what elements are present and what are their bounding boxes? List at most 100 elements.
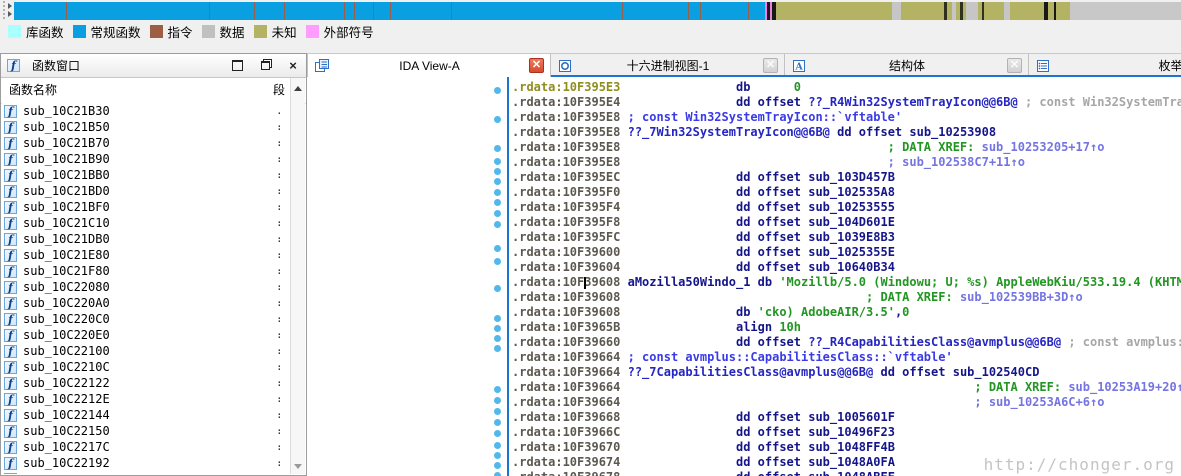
listing-line[interactable]: .rdata:10F39608 db 'cko) AdobeAIR/3.5',0 bbox=[512, 305, 1181, 320]
function-list-header[interactable]: 函数名称 段 bbox=[1, 78, 306, 104]
function-list-item[interactable]: fsub_10C21B70. . bbox=[2, 135, 291, 151]
listing-line[interactable]: .rdata:10F39604 dd offset sub_10640B34 bbox=[512, 260, 1181, 275]
listing-line[interactable]: .rdata:10F39608 ; DATA XREF: sub_102539B… bbox=[512, 290, 1181, 305]
listing-token-nam: sub_1005601F bbox=[808, 410, 895, 424]
navband-handle[interactable] bbox=[0, 0, 14, 20]
tab-close-button[interactable]: ✕ bbox=[763, 58, 778, 73]
listing-line[interactable]: .rdata:10F3966C dd offset sub_10496F23 bbox=[512, 425, 1181, 440]
listing-token-pfx: .rdata:10F395E8 bbox=[512, 125, 620, 139]
listing-line[interactable]: .rdata:10F39664 ; sub_10253A6C+6↑o bbox=[512, 395, 1181, 410]
listing-line[interactable]: .rdata:10F395E3 db 0 bbox=[512, 80, 1181, 95]
function-list-item[interactable]: fsub_10C22150. . bbox=[2, 423, 291, 439]
scroll-up-icon[interactable] bbox=[294, 86, 302, 91]
function-name: sub_10C220E0 bbox=[23, 328, 110, 342]
listing-line[interactable]: .rdata:10F39664 ; DATA XREF: sub_10253A1… bbox=[512, 380, 1181, 395]
listing-line[interactable]: .rdata:10F395E8 ; DATA XREF: sub_1025320… bbox=[512, 140, 1181, 155]
listing-token-pfx: .rdata:10F395FC bbox=[512, 230, 620, 244]
listing-token-pfx: .rdata:10F39670 bbox=[512, 440, 620, 454]
listing-line[interactable]: .rdata:10F39660 dd offset ??_R4Capabilit… bbox=[512, 335, 1181, 350]
function-list-item[interactable]: fsub_10C2212E. . bbox=[2, 391, 291, 407]
listing-token-pfx: .rdata:10F39660 bbox=[512, 335, 620, 349]
tab-close-button[interactable]: ✕ bbox=[1007, 58, 1022, 73]
listing-line[interactable]: .rdata:10F39600 dd offset sub_1025355E bbox=[512, 245, 1181, 260]
listing-line[interactable]: .rdata:10F395E8 ; const Win32SystemTrayI… bbox=[512, 110, 1181, 125]
listing-line[interactable]: .rdata:10F3965B align 10h bbox=[512, 320, 1181, 335]
listing-token-kw: dd offset bbox=[873, 365, 952, 379]
listing-line[interactable]: .rdata:10F395E4 dd offset ??_R4Win32Syst… bbox=[512, 95, 1181, 110]
tab-十六进制视图-1[interactable]: 十六进制视图-1✕ bbox=[551, 53, 785, 77]
listing-token-kw: dd offset bbox=[620, 455, 808, 469]
listing-line[interactable]: .rdata:10F395FC dd offset sub_1039E8B3 bbox=[512, 230, 1181, 245]
function-list-item[interactable]: fsub_10C21C10. . bbox=[2, 215, 291, 231]
functions-window: f 函数窗口 × 函数名称 段 fsub_10C21B30. .fsub_10C… bbox=[0, 53, 307, 476]
listing-token-pfx: .rdata:10F395F8 bbox=[512, 215, 620, 229]
function-list-scrollbar[interactable] bbox=[290, 78, 305, 474]
restore-button[interactable] bbox=[258, 60, 272, 72]
function-name: sub_10C22122 bbox=[23, 376, 110, 390]
listing-line[interactable]: .rdata:10F39668 dd offset sub_1005601F bbox=[512, 410, 1181, 425]
listing-token-nam: sub_1048ABEE bbox=[808, 470, 895, 476]
disassembly-listing[interactable]: .rdata:10F395E3 db 0.rdata:10F395E4 dd o… bbox=[509, 77, 1181, 476]
function-f-icon: f bbox=[4, 345, 17, 358]
listing-token-pfx: .rdata:10F39664 bbox=[512, 380, 620, 394]
function-name: sub_10C21B30 bbox=[23, 104, 110, 118]
scroll-down-icon[interactable] bbox=[294, 464, 302, 469]
function-list-item[interactable]: fsub_10C21E80. . bbox=[2, 247, 291, 263]
function-list-item[interactable]: fsub_10C22192. . bbox=[2, 455, 291, 471]
function-list-item[interactable]: fsub_10C22100. . bbox=[2, 343, 291, 359]
function-list-item[interactable]: fsub_10C21B30. . bbox=[2, 103, 291, 119]
listing-token-nam: sub_102535A8 bbox=[808, 185, 895, 199]
listing-line[interactable]: .rdata:10F395EC dd offset sub_103D457B bbox=[512, 170, 1181, 185]
functions-window-titlebar[interactable]: f 函数窗口 × bbox=[1, 54, 306, 78]
function-list-item[interactable]: fsub_10C21F80. . bbox=[2, 263, 291, 279]
tab-结构体[interactable]: A结构体✕ bbox=[785, 53, 1029, 77]
function-list-item[interactable]: fsub_10C21B50. . bbox=[2, 119, 291, 135]
function-name: sub_10C21B90 bbox=[23, 152, 110, 166]
close-button[interactable]: × bbox=[286, 60, 300, 72]
tab-枚举[interactable]: 枚举 bbox=[1029, 53, 1181, 77]
listing-line[interactable]: .rdata:10F39670 dd offset sub_1048FF4B bbox=[512, 440, 1181, 455]
function-list-item[interactable]: fsub_10C22144. . bbox=[2, 407, 291, 423]
maximize-button[interactable] bbox=[230, 60, 244, 72]
navigation-band[interactable] bbox=[14, 2, 1181, 20]
function-list-item[interactable]: fsub_10C2210C. . bbox=[2, 359, 291, 375]
navband-scroll-up-icon[interactable] bbox=[8, 3, 12, 9]
column-header-name[interactable]: 函数名称 bbox=[9, 78, 57, 103]
function-list-item[interactable]: fsub_10C21DB0. . bbox=[2, 231, 291, 247]
function-list-item[interactable]: fsub_10C220C0. . bbox=[2, 311, 291, 327]
listing-line[interactable]: .rdata:10F395E8 ; sub_102538C7+11↑o bbox=[512, 155, 1181, 170]
listing-token-num: 10h bbox=[779, 320, 801, 334]
function-list-item[interactable]: fsub_10C21BF0. . bbox=[2, 199, 291, 215]
function-list-item[interactable]: fsub_10C22080. . bbox=[2, 279, 291, 295]
function-f-icon: f bbox=[4, 473, 17, 475]
function-name: sub_10C21E80 bbox=[23, 248, 110, 262]
line-mark-dot bbox=[494, 345, 501, 352]
listing-line[interactable]: .rdata:10F395E8 ??_7Win32SystemTrayIcon@… bbox=[512, 125, 1181, 140]
listing-token-grn: ; DATA XREF: bbox=[620, 380, 1068, 394]
function-list-item[interactable]: f bbox=[2, 471, 291, 474]
navband-scroll-down-icon[interactable] bbox=[8, 11, 12, 17]
function-list-item[interactable]: fsub_10C21BD0. . bbox=[2, 183, 291, 199]
listing-line[interactable]: .rdata:10F39664 ??_7CapabilitiesClass@av… bbox=[512, 365, 1181, 380]
line-mark-dot bbox=[494, 419, 501, 426]
legend-swatch bbox=[8, 25, 21, 38]
listing-line[interactable]: .rdata:10F395F0 dd offset sub_102535A8 bbox=[512, 185, 1181, 200]
function-list-item[interactable]: fsub_10C2217C. . bbox=[2, 439, 291, 455]
function-list-item[interactable]: fsub_10C220E0. . bbox=[2, 327, 291, 343]
function-f-icon: f bbox=[4, 281, 17, 294]
listing-token-pub: ??_7Win32SystemTrayIcon@@6B@ bbox=[620, 125, 830, 139]
function-f-icon: f bbox=[4, 441, 17, 454]
function-f-icon: f bbox=[4, 313, 17, 326]
function-list-item[interactable]: fsub_10C21BB0. . bbox=[2, 167, 291, 183]
listing-line[interactable]: .rdata:10F39664 ; const avmplus::Capabil… bbox=[512, 350, 1181, 365]
function-list-item[interactable]: fsub_10C22122. . bbox=[2, 375, 291, 391]
tab-close-button[interactable]: ✕ bbox=[529, 58, 544, 73]
line-mark-dot bbox=[494, 430, 501, 437]
listing-line[interactable]: .rdata:10F395F4 dd offset sub_10253555 bbox=[512, 200, 1181, 215]
listing-line[interactable]: .rdata:10F395F8 dd offset sub_104D601E bbox=[512, 215, 1181, 230]
column-header-segment[interactable]: 段 bbox=[273, 78, 285, 103]
listing-line[interactable]: .rdata:10F39608 aMozilla50Windo_1 db 'Mo… bbox=[512, 275, 1181, 290]
function-list-item[interactable]: fsub_10C220A0. . bbox=[2, 295, 291, 311]
function-list-item[interactable]: fsub_10C21B90. . bbox=[2, 151, 291, 167]
tab-IDA View-A[interactable]: IDA View-A✕ bbox=[307, 53, 551, 77]
